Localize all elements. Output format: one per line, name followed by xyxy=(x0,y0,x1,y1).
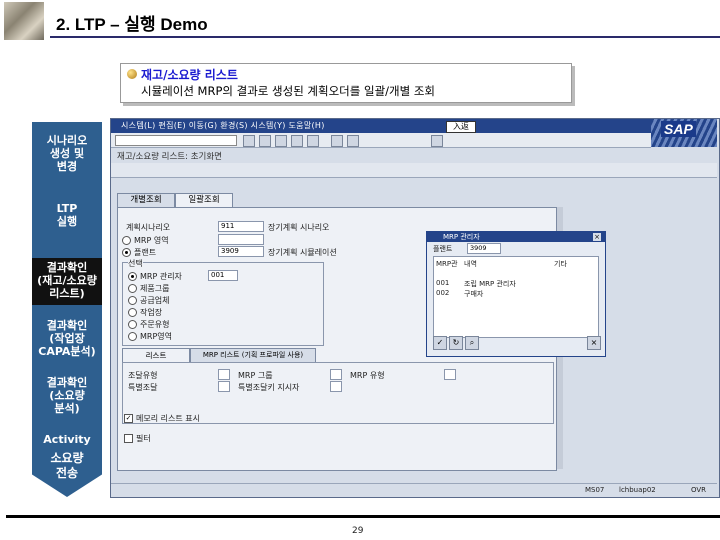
host-name: lchbuap02 xyxy=(619,486,656,494)
tab-single[interactable]: 개별조회 xyxy=(117,193,175,208)
footer-rule xyxy=(6,515,720,518)
tab-collective[interactable]: 일괄조회 xyxy=(175,193,233,208)
mrp-type-label: MRP 유형 xyxy=(350,371,385,380)
subtab-list[interactable]: 리스트 xyxy=(122,348,190,363)
special-procurement-field[interactable] xyxy=(218,381,230,392)
status-bar: MS07 lchbuap02 OVR xyxy=(111,483,717,496)
mrp-controller-popup: MRP 관리자 × 플랜트 3909 MRP관 내역 기타 001 조립 MRP… xyxy=(426,231,606,357)
slide-title: 2. LTP – 실행 Demo xyxy=(56,15,208,34)
popup-row1-text[interactable]: 조립 MRP 관리자 xyxy=(464,279,516,289)
radio-controller-label: MRP 관리자 xyxy=(140,272,182,281)
popup-col-code: MRP관 xyxy=(436,260,458,268)
cancel-icon[interactable]: × xyxy=(587,336,601,350)
sap-logo: SAP xyxy=(651,119,717,147)
find-icon[interactable] xyxy=(347,135,359,147)
special-key-field[interactable] xyxy=(330,381,342,392)
step-transfer: 소요량 전송 xyxy=(50,451,84,480)
close-icon[interactable]: × xyxy=(593,233,601,241)
radio-order-type[interactable] xyxy=(128,320,137,329)
popup-row2-text[interactable]: 구매자 xyxy=(464,289,483,299)
plant-field[interactable]: 3909 xyxy=(218,246,264,257)
print-icon[interactable] xyxy=(331,135,343,147)
selection-group-title: 선택 xyxy=(128,258,143,269)
sap-logo-text: SAP xyxy=(661,121,696,137)
mrp-type-field[interactable] xyxy=(444,369,456,380)
save-icon[interactable] xyxy=(259,135,271,147)
scenario-label: 계획시나리오 xyxy=(126,223,171,232)
menu-bar: 시스템(L) 편집(E) 이동(G) 환경(S) 시스템(Y) 도움말(H) 入… xyxy=(111,119,717,133)
mrp-area-field[interactable] xyxy=(218,234,264,245)
cancel-icon[interactable] xyxy=(307,135,319,147)
filter-checkbox[interactable] xyxy=(124,434,133,443)
bullet-icon xyxy=(127,69,137,79)
command-box[interactable]: 入返 xyxy=(446,121,476,133)
callout-box: 재고/소요량 리스트 시뮬레이션 MRP의 결과로 생성된 계획오더를 일괄/개… xyxy=(120,63,572,103)
enter-icon[interactable] xyxy=(243,135,255,147)
menu-items[interactable]: 시스템(L) 편집(E) 이동(G) 환경(S) 시스템(Y) 도움말(H) xyxy=(121,120,325,131)
find-icon[interactable]: ⌕ xyxy=(465,336,479,350)
command-field[interactable] xyxy=(115,135,237,146)
step-activity: Activity xyxy=(43,433,91,446)
popup-col-other: 기타 xyxy=(554,260,567,268)
popup-title: MRP 관리자 xyxy=(443,233,480,241)
step-capa: 결과확인 (작업장 CAPA분석) xyxy=(38,319,96,358)
procurement-type-field[interactable] xyxy=(218,369,230,380)
exit-icon[interactable] xyxy=(291,135,303,147)
radio-vendor[interactable] xyxy=(128,296,137,305)
refresh-icon[interactable]: ↻ xyxy=(449,336,463,350)
popup-row1-code[interactable]: 001 xyxy=(436,279,449,287)
radio-work-center[interactable] xyxy=(128,308,137,317)
radio-product-group-label: 제품그룹 xyxy=(140,284,170,293)
help-icon[interactable] xyxy=(431,135,443,147)
standard-toolbar xyxy=(111,133,651,148)
memory-list-label: 메모리 리스트 표시 xyxy=(136,414,200,423)
radio-vendor-label: 공급업체 xyxy=(140,296,170,305)
memory-list-checkbox[interactable]: ✓ xyxy=(124,414,133,423)
callout-title: 재고/소요량 리스트 xyxy=(141,68,238,82)
logo-image xyxy=(4,2,44,40)
application-toolbar xyxy=(111,163,717,178)
scenario-desc: 장기계획 시나리오 xyxy=(268,223,330,232)
title-rule xyxy=(50,36,720,38)
subtab-mrp-list[interactable]: MRP 리스트 (기획 프로파일 사용) xyxy=(190,348,316,363)
process-steps-arrow: 시나리오 생성 및 변경 LTP 실행 결과확인 (재고/소요량 리스트) 결과… xyxy=(32,122,102,497)
step-requirement: 결과확인 (소요량 분석) xyxy=(46,376,88,415)
system-id: MS07 xyxy=(585,486,605,494)
radio-mrp-area[interactable] xyxy=(122,236,131,245)
mrp-group-field[interactable] xyxy=(330,369,342,380)
callout-subtitle: 시뮬레이션 MRP의 결과로 생성된 계획오더를 일괄/개별 조회 xyxy=(141,84,435,98)
insert-mode: OVR xyxy=(691,486,707,494)
radio-plant[interactable] xyxy=(122,248,131,257)
step-scenario: 시나리오 생성 및 변경 xyxy=(46,134,88,173)
radio-order-type-label: 주문유형 xyxy=(140,320,170,329)
special-key-label: 특별조달키 지시자 xyxy=(238,383,300,392)
radio-plant-label: 플랜트 xyxy=(134,248,157,257)
plant-desc: 장기계획 시뮬레이션 xyxy=(268,248,337,257)
sap-window: 시스템(L) 편집(E) 이동(G) 환경(S) 시스템(Y) 도움말(H) 入… xyxy=(110,118,720,498)
radio-controller[interactable] xyxy=(128,272,137,281)
step-stock-list: 결과확인 (재고/소요량 리스트) xyxy=(32,258,102,305)
popup-plant-field[interactable]: 3909 xyxy=(467,243,501,254)
controller-field[interactable]: 001 xyxy=(208,270,238,281)
procurement-type-label: 조달유형 xyxy=(128,371,158,380)
special-procurement-label: 특별조달 xyxy=(128,383,158,392)
radio-mrp-area2[interactable] xyxy=(128,332,137,341)
screen-title: 재고/소요량 리스트: 초기화면 xyxy=(117,152,222,162)
mrp-group-label: MRP 그룹 xyxy=(238,371,273,380)
back-icon[interactable] xyxy=(275,135,287,147)
radio-work-center-label: 작업장 xyxy=(140,308,163,317)
popup-result-list: MRP관 내역 기타 001 조립 MRP 관리자 002 구매자 xyxy=(433,256,599,338)
confirm-icon[interactable]: ✓ xyxy=(433,336,447,350)
scenario-field[interactable]: 911 xyxy=(218,221,264,232)
radio-mrp-area2-label: MRP영역 xyxy=(140,332,173,341)
popup-col-text: 내역 xyxy=(464,260,477,268)
popup-row2-code[interactable]: 002 xyxy=(436,289,449,297)
step-ltp-run: LTP 실행 xyxy=(56,202,78,228)
page-number: 29 xyxy=(352,526,364,536)
radio-product-group[interactable] xyxy=(128,284,137,293)
filter-label: 필터 xyxy=(136,434,151,443)
popup-plant-label: 플랜트 xyxy=(433,245,453,253)
popup-title-bar: MRP 관리자 xyxy=(427,232,605,242)
radio-mrp-area-label: MRP 영역 xyxy=(134,236,169,245)
